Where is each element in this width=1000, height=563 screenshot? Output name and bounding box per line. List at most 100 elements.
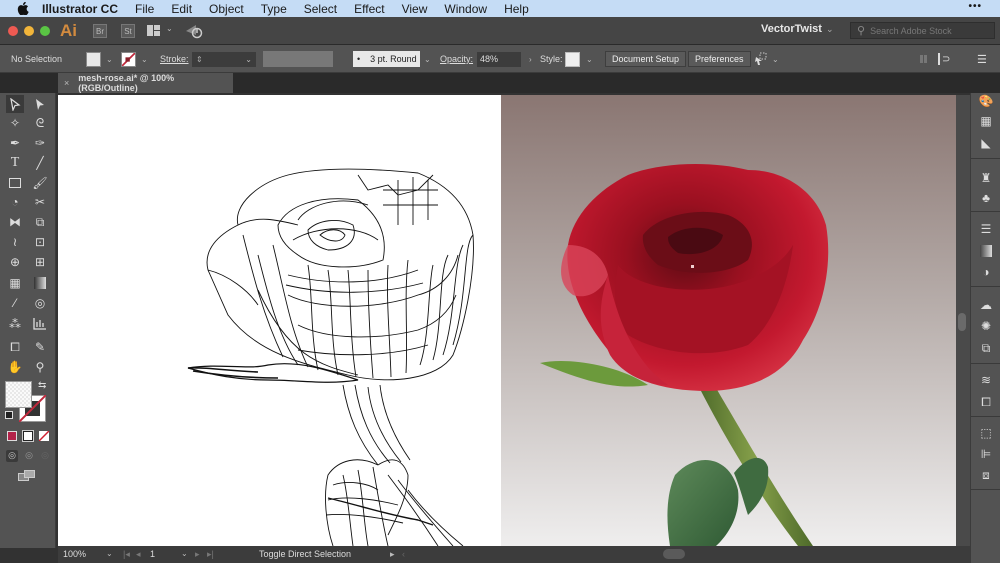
- rectangle-tool[interactable]: [6, 174, 24, 192]
- menu-app-name[interactable]: Illustrator CC: [42, 2, 118, 16]
- symbol-sprayer-tool[interactable]: ⁂: [6, 315, 24, 333]
- lasso-tool[interactable]: ᘓ: [31, 114, 49, 132]
- opacity-label[interactable]: Opacity:: [440, 45, 473, 73]
- free-transform-tool[interactable]: ⊡: [31, 233, 49, 251]
- variable-width-profile-dropdown[interactable]: [263, 51, 333, 67]
- minimize-window-button[interactable]: [24, 26, 34, 36]
- adobe-stock-search-input[interactable]: ⚲ Search Adobe Stock: [850, 22, 995, 39]
- select-similar-chevron-icon[interactable]: ⌄: [772, 55, 779, 64]
- none-mode-button[interactable]: [39, 431, 49, 441]
- menu-view[interactable]: View: [402, 2, 428, 16]
- column-graph-tool[interactable]: [31, 315, 49, 333]
- menu-select[interactable]: Select: [304, 2, 337, 16]
- arrange-documents-icon[interactable]: [147, 25, 160, 36]
- control-panel-menu-icon[interactable]: ☰: [977, 45, 987, 73]
- status-menu-arrow-icon[interactable]: ▸: [390, 549, 395, 560]
- cc-libraries-panel-icon[interactable]: ☁: [978, 297, 994, 313]
- shaper-tool[interactable]: ◔: [6, 193, 24, 211]
- horizontal-scroll-left-icon[interactable]: ‹: [402, 549, 405, 559]
- menu-help[interactable]: Help: [504, 2, 529, 16]
- stroke-panel-icon[interactable]: ☰: [978, 221, 994, 237]
- artboard-canvas[interactable]: [58, 95, 956, 546]
- brush-definition-dropdown[interactable]: • 3 pt. Round: [353, 51, 420, 67]
- swatches-panel-icon[interactable]: ▦: [978, 113, 994, 129]
- menu-type[interactable]: Type: [261, 2, 287, 16]
- align-panel-icon[interactable]: ⊫: [978, 446, 994, 462]
- warp-tool[interactable]: ≀: [6, 233, 24, 251]
- close-window-button[interactable]: [8, 26, 18, 36]
- magic-wand-tool[interactable]: ✧: [6, 114, 24, 132]
- menu-object[interactable]: Object: [209, 2, 244, 16]
- curvature-tool[interactable]: ✑: [31, 134, 49, 152]
- graphic-style-chevron-icon[interactable]: ⌄: [586, 55, 593, 64]
- gradient-mode-button[interactable]: [22, 430, 34, 442]
- brush-chevron-icon[interactable]: ⌄: [424, 55, 431, 64]
- eyedropper-tool[interactable]: ⁄: [6, 294, 24, 312]
- mesh-tool[interactable]: ▦: [6, 274, 24, 292]
- appearance-panel-icon[interactable]: ✺: [978, 318, 994, 334]
- artboard-chevron-icon[interactable]: ⌄: [181, 549, 188, 558]
- horizontal-scrollbar-thumb[interactable]: [663, 549, 685, 559]
- isolate-icon[interactable]: ⊃: [938, 45, 950, 73]
- select-similar-icon[interactable]: [754, 52, 768, 66]
- zoom-tool[interactable]: ⚲: [31, 358, 49, 376]
- fill-chevron-icon[interactable]: ⌄: [106, 55, 113, 64]
- selection-tool[interactable]: [6, 95, 24, 113]
- gradient-panel-icon[interactable]: [978, 243, 994, 259]
- stroke-weight-chevron-icon[interactable]: ⌄: [245, 55, 252, 64]
- symbols-panel-icon[interactable]: ♜: [978, 170, 994, 186]
- preferences-button[interactable]: Preferences: [688, 51, 751, 67]
- vertical-scrollbar-thumb[interactable]: [958, 313, 966, 331]
- artboards-panel-icon[interactable]: ⧠: [978, 394, 994, 410]
- graphic-styles-panel-icon[interactable]: ⧉: [978, 340, 994, 356]
- menu-window[interactable]: Window: [444, 2, 487, 16]
- scale-tool[interactable]: ⧉: [31, 213, 49, 231]
- previous-artboard-icon[interactable]: ◂: [136, 549, 141, 560]
- stroke-weight-field[interactable]: ⇕ ⌄: [192, 51, 256, 67]
- gradient-tool[interactable]: [31, 274, 49, 292]
- stroke-weight-stepper-icon[interactable]: ⇕: [196, 55, 203, 64]
- stroke-swatch[interactable]: [121, 51, 136, 67]
- line-segment-tool[interactable]: ╱: [31, 154, 49, 172]
- slice-tool[interactable]: ✎: [31, 338, 49, 356]
- scissors-tool[interactable]: ✂: [31, 193, 49, 211]
- menu-effect[interactable]: Effect: [354, 2, 384, 16]
- close-tab-icon[interactable]: ×: [64, 78, 69, 88]
- shape-builder-tool[interactable]: ⊕: [6, 253, 24, 271]
- zoom-level-chevron-icon[interactable]: ⌄: [106, 549, 113, 558]
- draw-behind-button[interactable]: ◎: [23, 450, 35, 462]
- workspace-chevron-icon[interactable]: ⌄: [826, 24, 834, 35]
- type-tool[interactable]: T: [6, 154, 24, 172]
- zoom-level-field[interactable]: 100%: [63, 549, 86, 559]
- rotate-tool[interactable]: ⧓: [6, 213, 24, 231]
- artboard-tool[interactable]: ⧠: [6, 338, 24, 356]
- workspace-switcher[interactable]: VectorTwist: [761, 23, 822, 35]
- transparency-panel-icon[interactable]: ◑: [978, 264, 994, 280]
- graphic-style-swatch[interactable]: [565, 51, 580, 67]
- draw-inside-button[interactable]: ◎: [39, 450, 51, 462]
- apple-icon[interactable]: [16, 2, 30, 15]
- gpu-performance-icon[interactable]: [185, 23, 203, 39]
- fill-swatch[interactable]: [86, 51, 101, 67]
- brushes-panel-icon[interactable]: ♣: [978, 190, 994, 206]
- stroke-chevron-icon[interactable]: ⌄: [141, 55, 148, 64]
- screen-mode-button[interactable]: [18, 470, 36, 482]
- transform-panel-icon[interactable]: ⬚: [978, 425, 994, 441]
- default-colors-icon[interactable]: [5, 411, 13, 419]
- color-panel-icon[interactable]: 🎨: [978, 93, 994, 109]
- bridge-button[interactable]: Br: [93, 24, 107, 38]
- hand-tool[interactable]: ✋: [6, 358, 24, 376]
- arrange-documents-chevron-icon[interactable]: ⌄: [166, 24, 173, 33]
- opacity-field[interactable]: 48%: [477, 51, 521, 67]
- status-tool-hint[interactable]: Toggle Direct Selection: [259, 549, 351, 559]
- draw-normal-button[interactable]: ◎: [6, 450, 18, 462]
- pathfinder-panel-icon[interactable]: ⧈: [978, 467, 994, 483]
- pen-tool[interactable]: ✒: [6, 134, 24, 152]
- swap-fill-stroke-icon[interactable]: ⇆: [38, 380, 46, 391]
- color-guide-panel-icon[interactable]: ◣: [978, 135, 994, 151]
- last-artboard-icon[interactable]: ▸|: [207, 549, 214, 560]
- paintbrush-tool[interactable]: 🖌: [31, 174, 49, 192]
- stroke-label[interactable]: Stroke:: [160, 45, 189, 73]
- zoom-window-button[interactable]: [40, 26, 50, 36]
- next-artboard-icon[interactable]: ▸: [195, 549, 200, 560]
